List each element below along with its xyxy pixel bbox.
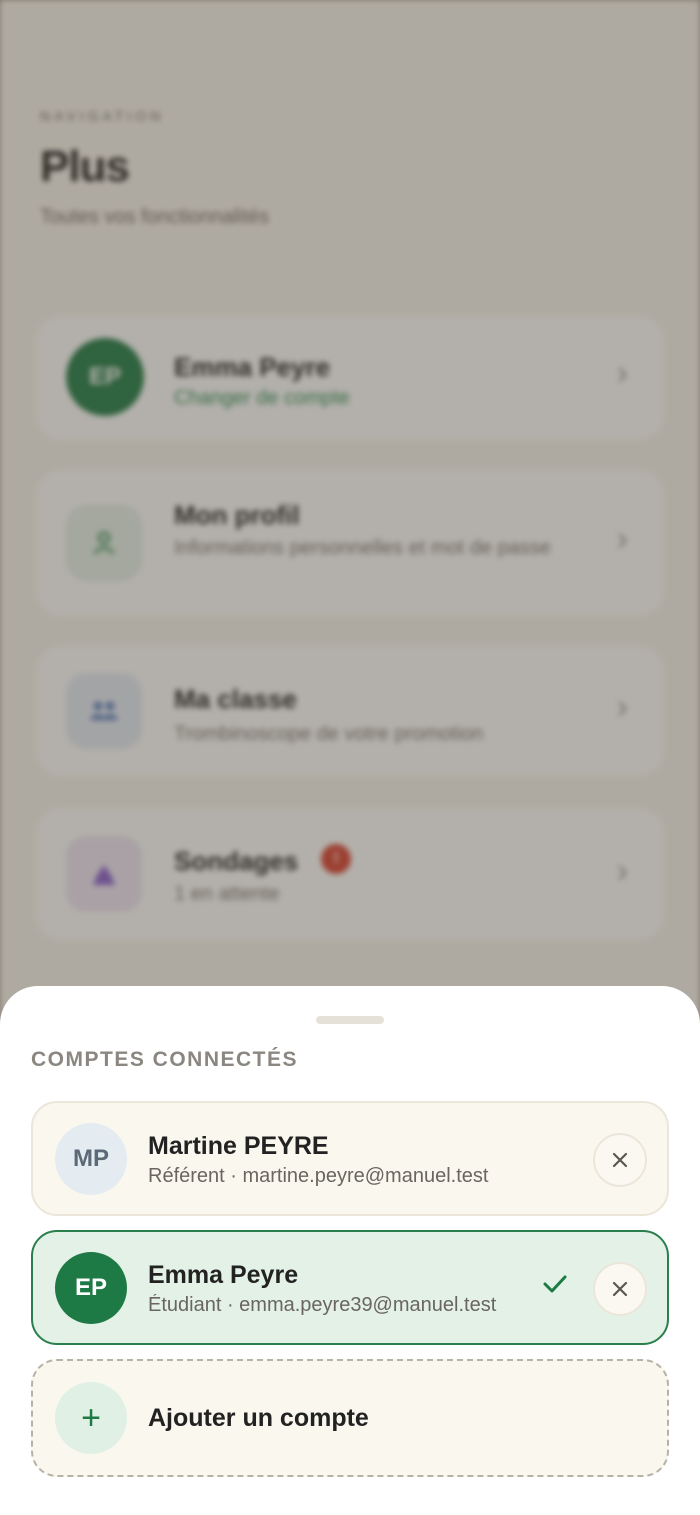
plus-icon: +: [55, 1382, 127, 1454]
sheet-grabber[interactable]: [316, 1016, 384, 1024]
account-name: Martine PEYRE: [148, 1132, 329, 1160]
close-icon: [612, 1281, 628, 1297]
add-account-button[interactable]: + Ajouter un compte: [31, 1359, 669, 1477]
avatar: MP: [55, 1123, 127, 1195]
account-row-martine-peyre[interactable]: MP Martine PEYRE Référent · martine.peyr…: [31, 1101, 669, 1216]
remove-account-button[interactable]: [593, 1262, 647, 1316]
account-row-emma-peyre[interactable]: EP Emma Peyre Étudiant · emma.peyre39@ma…: [31, 1230, 669, 1345]
account-name: Emma Peyre: [148, 1261, 299, 1289]
account-role-email: Référent · martine.peyre@manuel.test: [148, 1165, 489, 1187]
accounts-bottom-sheet: COMPTES CONNECTÉS MP Martine PEYRE Référ…: [0, 986, 700, 1515]
checkmark-icon: [543, 1275, 567, 1293]
account-role-email: Étudiant · emma.peyre39@manuel.test: [148, 1294, 497, 1316]
add-account-label: Ajouter un compte: [148, 1404, 369, 1432]
sheet-title: COMPTES CONNECTÉS: [31, 1048, 299, 1071]
close-icon: [612, 1152, 628, 1168]
remove-account-button[interactable]: [593, 1133, 647, 1187]
avatar: EP: [55, 1252, 127, 1324]
